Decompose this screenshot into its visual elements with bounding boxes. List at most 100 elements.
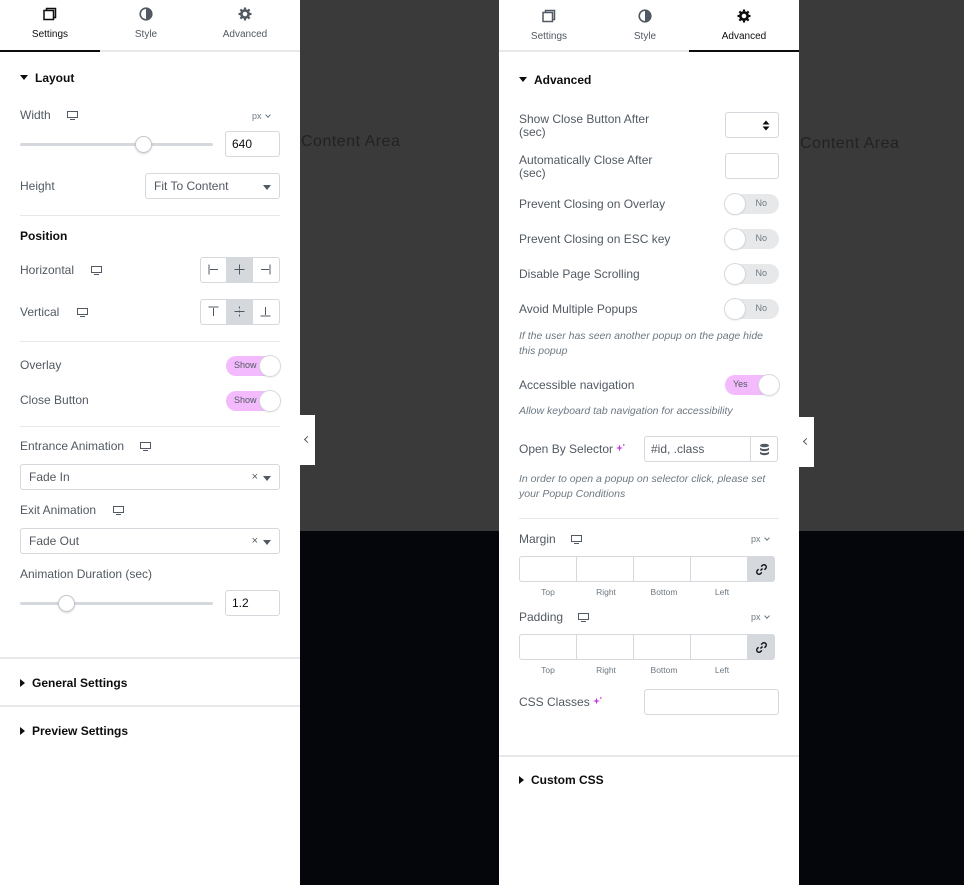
padding-left-input[interactable] — [690, 634, 748, 660]
animation-duration-slider-handle[interactable] — [57, 595, 75, 612]
auto-close-after-label: Automatically Close After (sec) — [519, 153, 653, 180]
margin-bottom-input[interactable] — [633, 556, 691, 582]
height-select[interactable]: Fit To Content — [145, 173, 280, 199]
tab-style[interactable]: Style — [595, 0, 695, 52]
caret-down-icon — [20, 75, 28, 81]
database-icon — [760, 443, 769, 456]
overlay-toggle[interactable]: Show — [226, 356, 280, 376]
tab-style[interactable]: Style — [96, 0, 196, 52]
tab-advanced[interactable]: Advanced — [689, 0, 799, 52]
settings-window-icon — [542, 9, 556, 23]
overlay-label: Overlay — [20, 358, 62, 372]
ai-sparkle-icon[interactable] — [592, 696, 603, 707]
width-input[interactable]: 640 — [225, 131, 280, 157]
align-right-button[interactable] — [253, 258, 279, 282]
content-area-label: Content Area — [301, 133, 401, 150]
accessible-nav-label: Accessible navigation — [519, 378, 635, 392]
width-slider-track[interactable] — [20, 143, 213, 146]
padding-link-button[interactable] — [747, 634, 775, 660]
caret-right-icon — [20, 726, 25, 735]
dynamic-tags-button[interactable] — [750, 436, 778, 462]
caret-right-icon — [20, 678, 25, 687]
width-slider-handle[interactable] — [135, 136, 153, 153]
margin-left-input[interactable] — [690, 556, 748, 582]
dim-label-right: Right — [596, 587, 616, 597]
entrance-animation-select[interactable]: Fade In × — [20, 464, 280, 490]
margin-dimensions — [519, 556, 775, 582]
dim-label-bottom: Bottom — [650, 665, 678, 675]
animation-duration-label: Animation Duration (sec) — [20, 567, 153, 581]
tab-settings[interactable]: Settings — [499, 0, 599, 52]
avoid-multiple-toggle[interactable]: No — [725, 299, 779, 319]
show-close-after-input[interactable] — [725, 112, 779, 138]
collapse-panel-button[interactable] — [300, 415, 315, 465]
collapse-panel-button[interactable] — [799, 417, 814, 467]
tab-settings[interactable]: Settings — [0, 0, 100, 52]
close-button-toggle[interactable]: Show — [226, 391, 280, 411]
align-left-button[interactable] — [201, 258, 227, 282]
divider — [20, 426, 280, 427]
accessible-nav-toggle-text: Yes — [733, 379, 748, 389]
auto-close-after-input[interactable] — [725, 153, 779, 179]
align-center-button[interactable] — [227, 258, 253, 282]
padding-bottom-input[interactable] — [633, 634, 691, 660]
animation-duration-slider-track[interactable] — [20, 602, 213, 605]
panel-tabs: Settings Style Advanced — [0, 0, 300, 52]
padding-unit-select[interactable]: px — [751, 612, 770, 622]
align-middle-icon — [234, 306, 245, 317]
number-spinner-icon[interactable] — [762, 120, 770, 131]
caret-down-icon — [263, 476, 271, 481]
prevent-esc-toggle[interactable]: No — [725, 229, 779, 249]
clear-icon[interactable]: × — [252, 529, 258, 553]
toggle-knob — [725, 264, 745, 284]
monitor-icon[interactable] — [113, 506, 124, 515]
link-icon — [756, 642, 767, 653]
margin-link-button[interactable] — [747, 556, 775, 582]
css-classes-label: CSS Classes — [519, 695, 590, 709]
ai-sparkle-icon[interactable] — [615, 443, 626, 454]
align-middle-button[interactable] — [227, 300, 253, 324]
monitor-icon[interactable] — [91, 266, 102, 275]
open-by-selector-input[interactable]: #id, .class — [644, 436, 751, 462]
padding-right-input[interactable] — [576, 634, 634, 660]
custom-css-header[interactable]: Custom CSS — [519, 773, 604, 787]
advanced-section-title: Advanced — [534, 73, 592, 87]
close-button-label: Close Button — [20, 393, 89, 407]
align-top-button[interactable] — [201, 300, 227, 324]
general-settings-header[interactable]: General Settings — [20, 676, 127, 690]
chevron-left-icon — [802, 437, 811, 446]
disable-scrolling-toggle-text: No — [755, 268, 767, 278]
disable-scrolling-toggle[interactable]: No — [725, 264, 779, 284]
align-bottom-button[interactable] — [253, 300, 279, 324]
margin-unit-select[interactable]: px — [751, 534, 770, 544]
margin-top-input[interactable] — [519, 556, 577, 582]
clear-icon[interactable]: × — [252, 465, 258, 489]
padding-top-input[interactable] — [519, 634, 577, 660]
preview-settings-header[interactable]: Preview Settings — [20, 724, 128, 738]
advanced-section-header[interactable]: Advanced — [519, 73, 591, 87]
caret-down-icon — [519, 77, 527, 83]
overlay-toggle-text: Show — [234, 360, 257, 370]
accessible-nav-toggle[interactable]: Yes — [725, 375, 779, 395]
css-classes-input[interactable] — [644, 689, 779, 715]
chevron-down-icon — [763, 535, 770, 541]
monitor-icon[interactable] — [578, 613, 589, 622]
prevent-overlay-toggle[interactable]: No — [725, 194, 779, 214]
monitor-icon[interactable] — [77, 308, 88, 317]
section-divider — [0, 705, 300, 707]
exit-animation-select[interactable]: Fade Out × — [20, 528, 280, 554]
monitor-icon[interactable] — [140, 442, 151, 451]
margin-right-input[interactable] — [576, 556, 634, 582]
toggle-knob — [725, 299, 745, 319]
avoid-multiple-label: Avoid Multiple Popups — [519, 302, 638, 316]
toggle-knob — [260, 391, 280, 411]
tab-advanced[interactable]: Advanced — [195, 0, 295, 52]
position-heading: Position — [20, 229, 68, 243]
monitor-icon[interactable] — [67, 111, 78, 120]
layout-section-header[interactable]: Layout — [20, 71, 74, 85]
width-unit-select[interactable]: px — [252, 111, 271, 121]
dim-label-left: Left — [714, 665, 730, 675]
padding-dimensions — [519, 634, 775, 660]
animation-duration-input[interactable]: 1.2 — [225, 590, 280, 616]
monitor-icon[interactable] — [571, 535, 582, 544]
